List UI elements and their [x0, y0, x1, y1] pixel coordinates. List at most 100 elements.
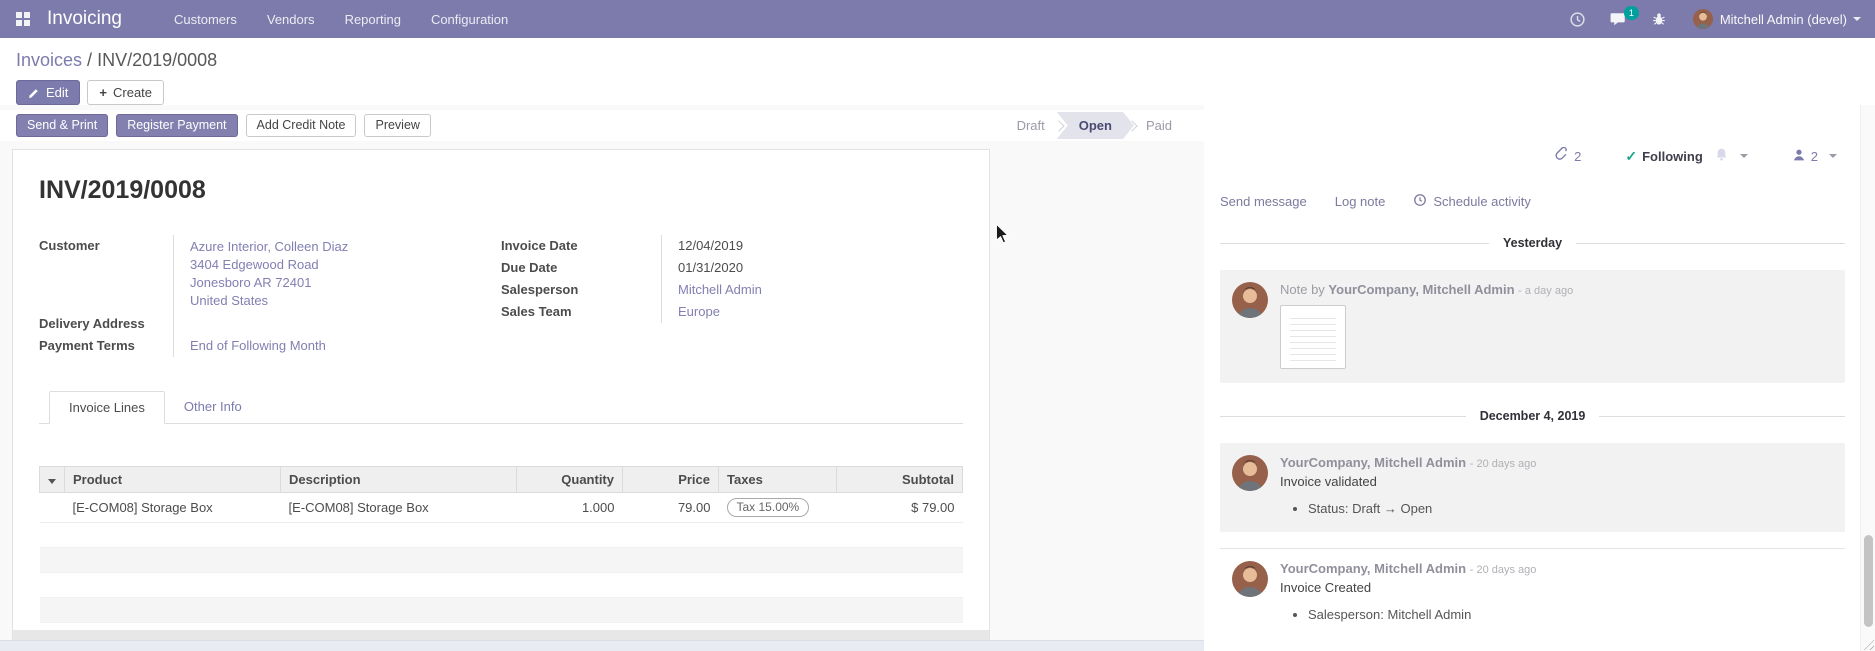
- user-menu[interactable]: Mitchell Admin (devel): [1720, 12, 1847, 27]
- person-icon: [1792, 148, 1806, 165]
- column-product[interactable]: Product: [65, 467, 281, 493]
- notebook-tabs: Invoice Lines Other Info: [39, 391, 963, 424]
- invoice-number-title: INV/2019/0008: [39, 176, 963, 205]
- cell-quantity: 1.000: [517, 493, 623, 523]
- breadcrumb-invoices[interactable]: Invoices: [16, 50, 82, 70]
- bell-icon[interactable]: [1714, 147, 1729, 165]
- attachment-count: 2: [1574, 149, 1581, 164]
- pencil-icon: [28, 87, 40, 99]
- follower-count: 2: [1811, 149, 1818, 164]
- breadcrumb-current: INV/2019/0008: [97, 50, 217, 70]
- field-group-left: Customer Azure Interior, Colleen Diaz 34…: [39, 235, 501, 357]
- status-step-paid[interactable]: Paid: [1130, 112, 1188, 139]
- column-subtotal[interactable]: Subtotal: [837, 467, 963, 493]
- empty-row: [40, 523, 963, 548]
- attachments-button[interactable]: 2: [1554, 147, 1581, 165]
- chatter-topbar: 2 ✓ Following 2: [1220, 147, 1845, 165]
- send-message-button[interactable]: Send message: [1220, 194, 1307, 209]
- tracking-value: Status: Draft → Open: [1308, 501, 1536, 516]
- cell-description: [E-COM08] Storage Box: [281, 493, 517, 523]
- sort-caret-icon: [48, 479, 56, 484]
- cell-product: [E-COM08] Storage Box: [65, 493, 281, 523]
- control-panel: Invoices / INV/2019/0008 Edit + Create P…: [0, 38, 1875, 105]
- notification-badge: 1: [1624, 6, 1639, 20]
- cell-price: 79.00: [623, 493, 719, 523]
- status-pipeline: Draft Open Paid: [1001, 112, 1188, 139]
- message-author[interactable]: YourCompany, Mitchell Admin: [1328, 282, 1514, 297]
- message-body: Invoice validated: [1280, 474, 1536, 489]
- sales-team-value[interactable]: Europe: [678, 304, 720, 319]
- message-note: Note by YourCompany, Mitchell Admin - a …: [1220, 270, 1845, 383]
- following-toggle[interactable]: ✓ Following: [1625, 147, 1747, 165]
- chatter-actions: Send message Log note Schedule activity: [1220, 193, 1845, 210]
- column-quantity[interactable]: Quantity: [517, 467, 623, 493]
- mouse-cursor: [995, 223, 1011, 248]
- user-avatar: [1693, 9, 1713, 29]
- field-group-right: Invoice Date 12/04/2019 Due Date 01/31/2…: [501, 235, 963, 357]
- debug-bug-icon[interactable]: [1651, 11, 1667, 27]
- attachment-thumbnail[interactable]: [1280, 305, 1346, 369]
- apps-grid-icon[interactable]: [16, 12, 31, 27]
- payment-terms-label: Payment Terms: [39, 335, 173, 357]
- payment-terms-value[interactable]: End of Following Month: [190, 338, 326, 353]
- menu-customers[interactable]: Customers: [174, 12, 237, 27]
- message-time: - 20 days ago: [1470, 458, 1537, 470]
- invoice-line-row[interactable]: [E-COM08] Storage Box [E-COM08] Storage …: [40, 493, 963, 523]
- tax-badge: Tax 15.00%: [727, 498, 810, 517]
- schedule-clock-icon: [1413, 193, 1427, 210]
- log-note-button[interactable]: Log note: [1335, 194, 1386, 209]
- message-invoice-validated: YourCompany, Mitchell Admin - 20 days ag…: [1220, 443, 1845, 532]
- followers-button[interactable]: 2: [1792, 148, 1837, 165]
- messages-icon[interactable]: 1: [1610, 12, 1627, 27]
- status-step-draft[interactable]: Draft: [1001, 112, 1061, 139]
- optional-columns-toggle[interactable]: [40, 467, 65, 493]
- empty-row: [40, 548, 963, 573]
- breadcrumb-separator: /: [82, 50, 97, 70]
- tab-other-info[interactable]: Other Info: [165, 391, 261, 423]
- invoice-date-value: 12/04/2019: [661, 235, 963, 257]
- plus-icon: +: [99, 84, 107, 101]
- tracking-value: Salesperson: Mitchell Admin: [1308, 607, 1536, 622]
- empty-row: [40, 598, 963, 623]
- menu-vendors[interactable]: Vendors: [267, 12, 315, 27]
- invoice-sheet: INV/2019/0008 Customer Azure Interior, C…: [12, 149, 990, 641]
- invoice-date-label: Invoice Date: [501, 235, 661, 257]
- message-avatar: [1232, 455, 1268, 491]
- check-icon: ✓: [1625, 148, 1637, 165]
- message-avatar: [1232, 561, 1268, 597]
- due-date-value: 01/31/2020: [661, 257, 963, 279]
- chatter-scrollbar[interactable]: [1860, 105, 1875, 651]
- date-separator-yesterday: Yesterday: [1220, 236, 1845, 250]
- due-date-label: Due Date: [501, 257, 661, 279]
- salesperson-value[interactable]: Mitchell Admin: [678, 282, 762, 297]
- edit-button[interactable]: Edit: [16, 80, 80, 105]
- activities-clock-icon[interactable]: [1569, 11, 1586, 28]
- app-name[interactable]: Invoicing: [47, 8, 122, 30]
- sheet-horizontal-scrollbar[interactable]: [13, 630, 989, 640]
- schedule-activity-button[interactable]: Schedule activity: [1413, 193, 1531, 210]
- column-description[interactable]: Description: [281, 467, 517, 493]
- status-step-open[interactable]: Open: [1057, 112, 1134, 139]
- message-avatar: [1232, 282, 1268, 318]
- menu-configuration[interactable]: Configuration: [431, 12, 508, 27]
- customer-link[interactable]: Azure Interior, Colleen Diaz: [190, 238, 501, 256]
- chatter-scrollbar-thumb[interactable]: [1864, 535, 1873, 627]
- menu-reporting[interactable]: Reporting: [345, 12, 401, 27]
- bottom-scrollbar-strip[interactable]: [0, 640, 1204, 651]
- message-author[interactable]: YourCompany, Mitchell Admin: [1280, 561, 1466, 576]
- create-button[interactable]: + Create: [87, 80, 164, 105]
- register-payment-button[interactable]: Register Payment: [116, 114, 237, 137]
- chatter-panel: 2 ✓ Following 2 Send message Log note Sc…: [1204, 105, 1875, 651]
- table-header-row: Product Description Quantity Price Taxes…: [40, 467, 963, 493]
- message-time: - 20 days ago: [1470, 564, 1537, 576]
- form-view-area: Send & Print Register Payment Add Credit…: [0, 105, 1204, 651]
- add-credit-note-button[interactable]: Add Credit Note: [246, 114, 357, 137]
- tab-invoice-lines[interactable]: Invoice Lines: [49, 391, 165, 424]
- column-taxes[interactable]: Taxes: [719, 467, 837, 493]
- column-price[interactable]: Price: [623, 467, 719, 493]
- message-author[interactable]: YourCompany, Mitchell Admin: [1280, 455, 1466, 470]
- preview-button[interactable]: Preview: [364, 114, 430, 137]
- top-navbar: Invoicing Customers Vendors Reporting Co…: [0, 0, 1875, 38]
- delivery-address-label: Delivery Address: [39, 313, 173, 335]
- send-print-button[interactable]: Send & Print: [16, 114, 108, 137]
